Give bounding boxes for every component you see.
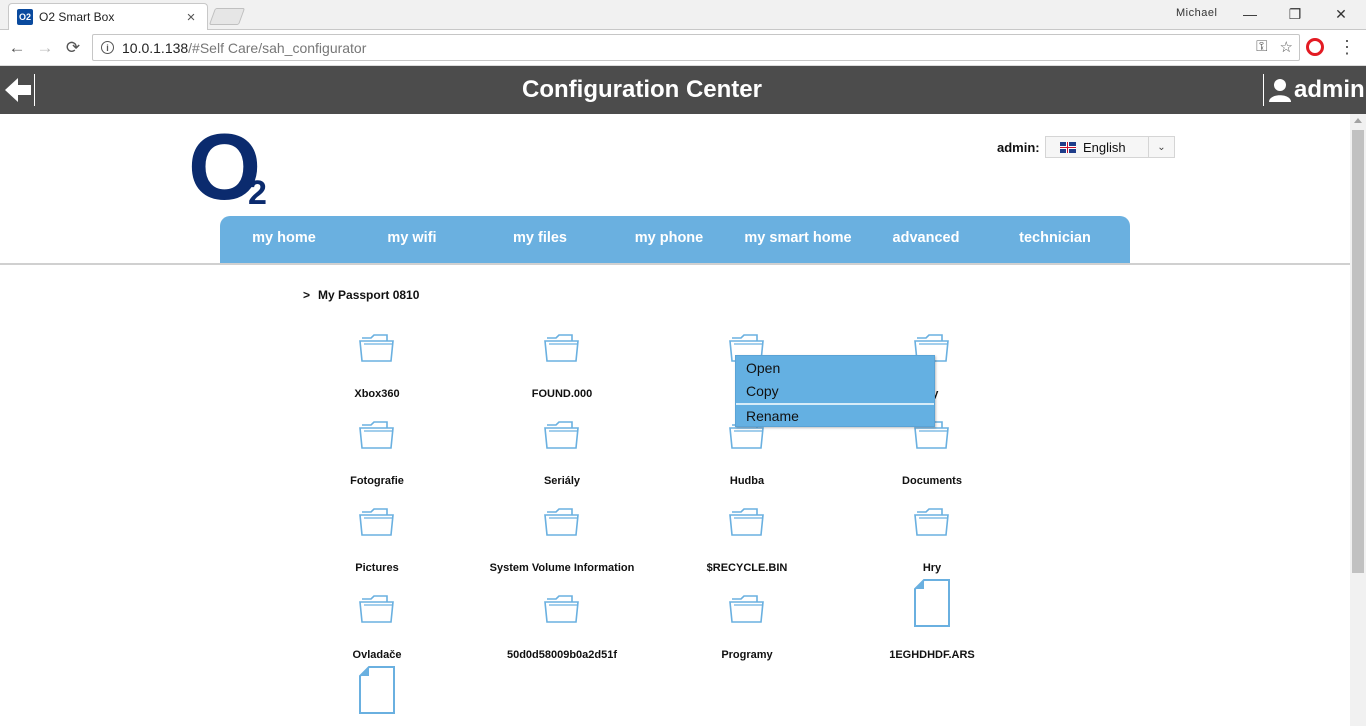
file-name: Programy xyxy=(721,649,773,661)
file-name: System Volume Information xyxy=(489,562,635,574)
folder-item[interactable]: Documents xyxy=(842,419,1022,499)
tab-close-icon[interactable]: × xyxy=(183,9,199,26)
context-rename[interactable]: Rename xyxy=(746,408,799,424)
file-name: Ovladače xyxy=(352,649,402,661)
folder-item[interactable]: FOUND.000 xyxy=(472,332,652,412)
folder-icon xyxy=(544,508,579,536)
context-divider xyxy=(736,403,934,405)
minimize-button[interactable]: — xyxy=(1235,3,1265,25)
back-icon[interactable]: ← xyxy=(6,37,28,59)
folder-item[interactable]: Programy xyxy=(657,593,837,673)
folder-icon xyxy=(729,508,764,536)
language-label: admin: xyxy=(997,140,1040,155)
folder-icon xyxy=(359,508,394,536)
folder-item[interactable]: Hudba xyxy=(657,419,837,499)
nav-technician[interactable]: technician xyxy=(990,216,1120,264)
restore-button[interactable]: ❐ xyxy=(1280,3,1310,25)
file-name: $RECYCLE.BIN xyxy=(706,562,788,574)
language-select[interactable]: English ⌄ xyxy=(1045,136,1175,158)
folder-icon xyxy=(544,421,579,449)
user-menu[interactable]: admin xyxy=(1268,66,1365,114)
context-open[interactable]: Open xyxy=(746,360,780,376)
breadcrumb-caret: > xyxy=(303,288,311,302)
scrollbar[interactable] xyxy=(1350,114,1366,726)
folder-icon xyxy=(544,334,579,362)
url-path: /#Self Care/sah_configurator xyxy=(188,39,367,56)
folder-item[interactable]: 50d0d58009b0a2d51f xyxy=(472,593,652,673)
reload-icon[interactable]: ⟳ xyxy=(62,37,84,59)
folder-item[interactable]: $RECYCLE.BIN xyxy=(657,506,837,586)
forward-icon[interactable]: → xyxy=(34,37,56,59)
folder-icon xyxy=(359,334,394,362)
nav-my-phone[interactable]: my phone xyxy=(604,216,734,264)
address-bar[interactable]: i 10.0.1.138/#Self Care/sah_configurator… xyxy=(92,34,1300,61)
context-menu: Open Copy Rename xyxy=(735,355,935,427)
folder-item[interactable]: Ovladače xyxy=(287,593,467,673)
uk-flag-icon xyxy=(1060,141,1076,153)
opera-extension-icon[interactable] xyxy=(1306,38,1324,56)
profile-name[interactable]: Michael xyxy=(1176,7,1217,19)
file-name: Fotografie xyxy=(350,475,404,487)
file-name: Hudba xyxy=(729,475,765,487)
file-icon xyxy=(914,579,950,627)
window-close-button[interactable]: ✕ xyxy=(1326,3,1356,25)
info-icon[interactable]: i xyxy=(101,41,114,54)
user-icon xyxy=(1269,79,1291,102)
browser-menu-icon[interactable]: ⋮ xyxy=(1338,37,1356,57)
folder-icon xyxy=(544,595,579,623)
nav-my-files[interactable]: my files xyxy=(476,216,604,264)
nav-advanced[interactable]: advanced xyxy=(862,216,990,264)
file-name: Seriály xyxy=(543,475,581,487)
main-nav: my home my wifi my files my phone my sma… xyxy=(220,216,1130,264)
folder-icon xyxy=(359,595,394,623)
scroll-up-icon[interactable] xyxy=(1354,118,1362,123)
file-item[interactable]: 1EGHDHDF.ARS xyxy=(842,579,1022,673)
page-title: Configuration Center xyxy=(522,76,762,103)
file-name: 1EGHDHDF.ARS xyxy=(889,649,975,661)
page-content: O 2 admin: English ⌄ my home my wifi my … xyxy=(0,114,1350,726)
user-name: admin xyxy=(1294,76,1365,103)
nav-my-home[interactable]: my home xyxy=(220,216,348,264)
folder-icon xyxy=(914,508,949,536)
language-value: English xyxy=(1083,139,1126,155)
context-copy[interactable]: Copy xyxy=(746,383,779,399)
logo-subscript: 2 xyxy=(248,174,267,212)
app-header: Configuration Center admin xyxy=(0,66,1366,114)
file-name: 50d0d58009b0a2d51f xyxy=(506,649,618,661)
bookmark-star-icon[interactable]: ☆ xyxy=(1280,38,1293,56)
file-name: Documents xyxy=(902,475,962,487)
header-divider xyxy=(1263,74,1264,106)
file-name: Hry xyxy=(922,562,942,574)
browser-tab-strip: O2 O2 Smart Box × Michael — ❐ ✕ xyxy=(0,0,1366,30)
file-icon xyxy=(359,666,395,714)
chevron-down-icon[interactable]: ⌄ xyxy=(1148,137,1174,157)
folder-item[interactable]: Hry xyxy=(842,506,1022,586)
o2-logo: O 2 xyxy=(188,120,278,214)
folder-item[interactable]: System Volume Information xyxy=(472,506,652,586)
browser-toolbar: ← → ⟳ i 10.0.1.138/#Self Care/sah_config… xyxy=(0,30,1366,66)
browser-tab[interactable]: O2 O2 Smart Box × xyxy=(8,3,208,30)
file-item[interactable] xyxy=(287,666,467,726)
o2-favicon-icon: O2 xyxy=(17,9,33,25)
scrollbar-thumb[interactable] xyxy=(1352,130,1364,573)
file-name: FOUND.000 xyxy=(531,388,593,400)
nav-my-smart-home[interactable]: my smart home xyxy=(734,216,862,264)
folder-item[interactable]: Seriály xyxy=(472,419,652,499)
omnibox-icons: ⚿ ☆ xyxy=(1256,38,1293,56)
url-host: 10.0.1.138 xyxy=(122,39,189,56)
folder-icon xyxy=(359,421,394,449)
folder-item[interactable]: Pictures xyxy=(287,506,467,586)
key-icon[interactable]: ⚿ xyxy=(1256,38,1267,56)
breadcrumb: > My Passport 0810 xyxy=(303,288,419,302)
breadcrumb-path[interactable]: My Passport 0810 xyxy=(318,288,419,302)
nav-divider xyxy=(0,263,1350,265)
file-name: Xbox360 xyxy=(354,388,400,400)
folder-icon xyxy=(729,595,764,623)
tab-title: O2 Smart Box xyxy=(39,10,115,24)
new-tab-button[interactable] xyxy=(208,8,246,25)
folder-item[interactable]: Xbox360 xyxy=(287,332,467,412)
file-name: Pictures xyxy=(355,562,399,574)
nav-my-wifi[interactable]: my wifi xyxy=(348,216,476,264)
folder-item[interactable]: Fotografie xyxy=(287,419,467,499)
